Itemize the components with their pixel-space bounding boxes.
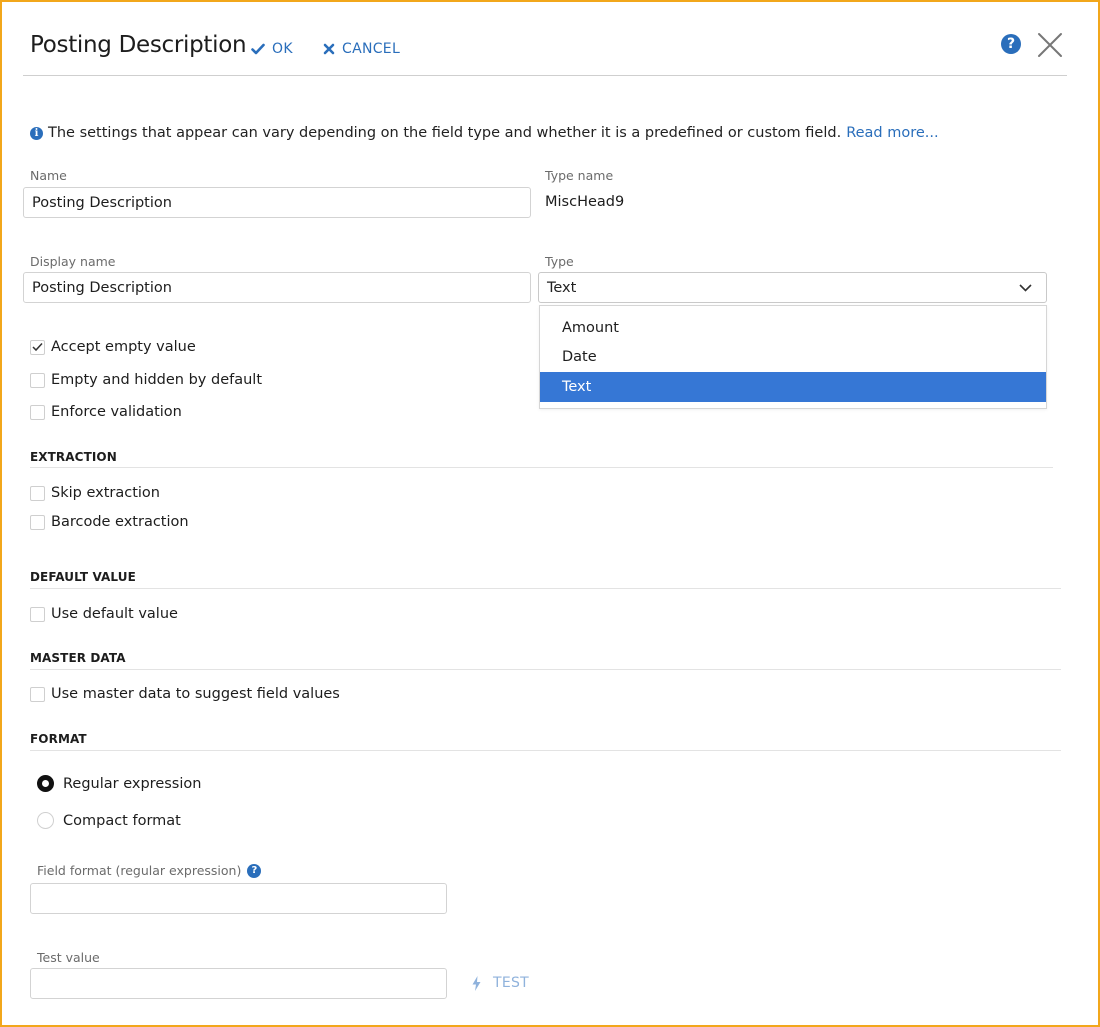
empty-hidden-checkbox[interactable]: Empty and hidden by default xyxy=(30,372,262,388)
extraction-divider xyxy=(30,467,1053,468)
name-input-value: Posting Description xyxy=(32,194,172,211)
dialog-title: Posting Description xyxy=(30,32,247,58)
enforce-validation-checkbox[interactable]: Enforce validation xyxy=(30,404,182,420)
cancel-button[interactable]: CANCEL xyxy=(323,41,400,57)
checkbox-box xyxy=(30,686,45,702)
type-option-text[interactable]: Text xyxy=(540,372,1046,402)
enforce-validation-label: Enforce validation xyxy=(51,404,182,420)
format-divider xyxy=(30,750,1061,751)
type-label: Type xyxy=(545,254,574,269)
use-default-value-checkbox[interactable]: Use default value xyxy=(30,606,178,622)
use-master-data-checkbox[interactable]: Use master data to suggest field values xyxy=(30,686,340,702)
type-option-amount[interactable]: Amount xyxy=(540,313,1046,343)
skip-extraction-label: Skip extraction xyxy=(51,485,160,501)
checkmark-icon xyxy=(32,342,43,352)
radio-button xyxy=(37,775,54,792)
checkbox-box xyxy=(30,404,45,420)
close-icon[interactable] xyxy=(1037,32,1063,58)
help-icon[interactable]: ? xyxy=(1001,34,1021,54)
test-button[interactable]: TEST xyxy=(472,975,529,991)
read-more-link[interactable]: Read more... xyxy=(846,125,938,141)
type-name-label: Type name xyxy=(545,168,614,183)
info-text: The settings that appear can vary depend… xyxy=(48,125,842,141)
checkbox-box xyxy=(30,372,45,388)
regular-expression-label: Regular expression xyxy=(63,775,202,792)
test-value-input[interactable] xyxy=(30,968,447,999)
master-data-section-title: MASTER DATA xyxy=(30,651,126,665)
header-divider xyxy=(23,75,1067,76)
display-name-label: Display name xyxy=(30,254,116,269)
compact-format-label: Compact format xyxy=(63,812,181,829)
use-default-value-label: Use default value xyxy=(51,606,178,622)
default-value-divider xyxy=(30,588,1061,589)
master-data-divider xyxy=(30,669,1061,670)
info-icon: i xyxy=(30,126,43,140)
type-dropdown-menu: Amount Date Text xyxy=(539,305,1047,409)
chevron-down-icon xyxy=(1019,283,1032,292)
regular-expression-radio[interactable]: Regular expression xyxy=(37,775,201,792)
lightning-icon xyxy=(472,975,481,991)
field-format-label: Field format (regular expression) ? xyxy=(37,863,262,878)
barcode-extraction-checkbox[interactable]: Barcode extraction xyxy=(30,514,189,530)
checkbox-box xyxy=(30,339,45,355)
test-value-label: Test value xyxy=(37,950,100,965)
barcode-extraction-label: Barcode extraction xyxy=(51,514,189,530)
extraction-section-title: EXTRACTION xyxy=(30,450,117,464)
empty-hidden-label: Empty and hidden by default xyxy=(51,372,263,388)
checkbox-box xyxy=(30,606,45,622)
cancel-label: CANCEL xyxy=(342,41,401,57)
skip-extraction-checkbox[interactable]: Skip extraction xyxy=(30,485,160,501)
checkbox-box xyxy=(30,485,45,501)
compact-format-radio[interactable]: Compact format xyxy=(37,812,181,829)
accept-empty-label: Accept empty value xyxy=(51,339,196,355)
ok-label: OK xyxy=(272,41,293,57)
test-button-label: TEST xyxy=(493,975,530,991)
field-format-input[interactable] xyxy=(30,883,447,914)
help-icon[interactable]: ? xyxy=(247,863,262,878)
default-value-section-title: DEFAULT VALUE xyxy=(30,570,136,584)
info-message: i The settings that appear can vary depe… xyxy=(30,125,939,141)
format-section-title: FORMAT xyxy=(30,732,87,746)
name-input[interactable]: Posting Description xyxy=(23,187,531,218)
x-mark-icon xyxy=(323,43,335,55)
field-format-label-text: Field format (regular expression) xyxy=(37,863,242,878)
ok-button[interactable]: OK xyxy=(251,41,293,57)
name-label: Name xyxy=(30,168,67,183)
display-name-input[interactable]: Posting Description xyxy=(23,272,531,303)
accept-empty-checkbox[interactable]: Accept empty value xyxy=(30,339,196,355)
type-name-value: MiscHead9 xyxy=(545,194,625,210)
radio-button xyxy=(37,812,54,829)
display-name-input-value: Posting Description xyxy=(32,279,172,296)
use-master-data-label: Use master data to suggest field values xyxy=(51,686,340,702)
checkbox-box xyxy=(30,514,45,530)
type-select-value: Text xyxy=(547,279,577,296)
type-option-date[interactable]: Date xyxy=(540,343,1046,373)
type-select[interactable]: Text xyxy=(538,272,1047,303)
checkmark-icon xyxy=(251,43,265,55)
